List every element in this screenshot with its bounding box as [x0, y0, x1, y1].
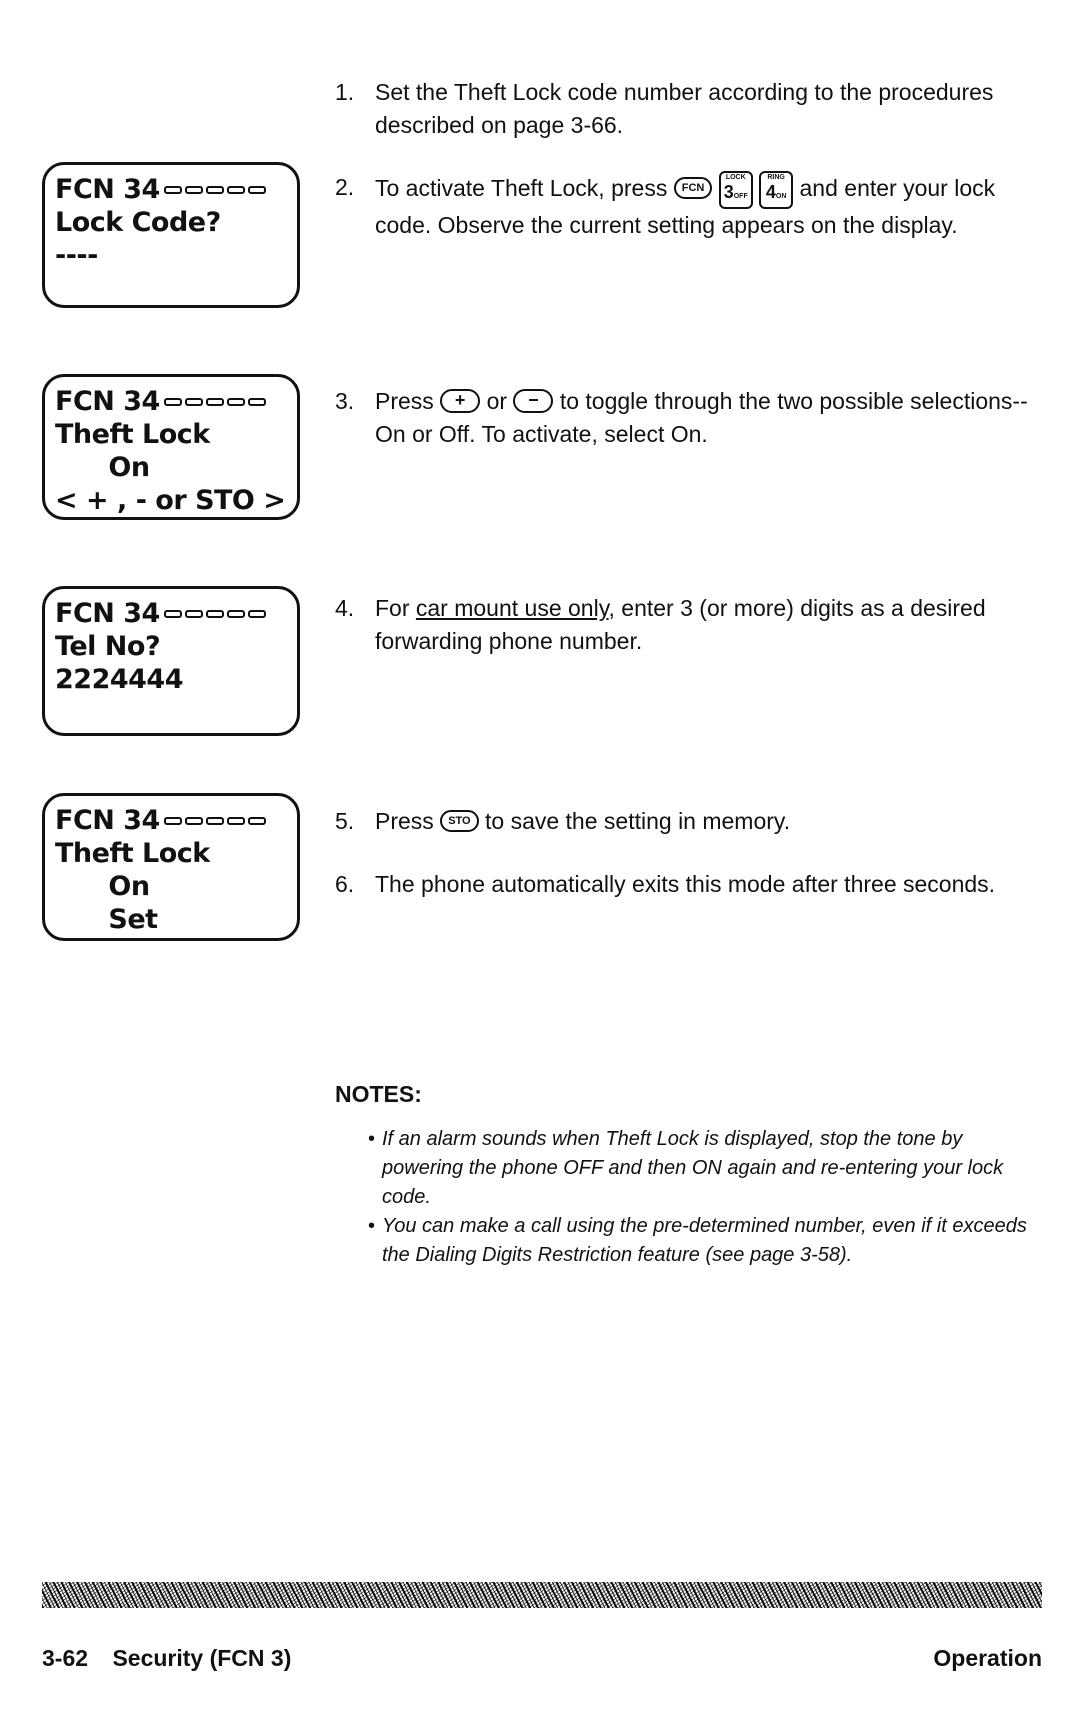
- key-3-lock-icon: LOCK 3OFF: [718, 171, 753, 209]
- signal-segments-icon: [163, 609, 266, 618]
- sto-key-icon: STO: [440, 809, 479, 832]
- footer-left: 3-62 Security (FCN 3): [42, 1645, 291, 1672]
- lcd-line: FCN 34: [55, 805, 160, 836]
- bullet-icon: •: [368, 1128, 376, 1150]
- step-6: 6. The phone automatically exits this mo…: [335, 868, 1055, 901]
- signal-segments-icon: [163, 816, 266, 825]
- section-title: Security (FCN 3): [112, 1645, 292, 1671]
- lcd-line: FCN 34: [55, 598, 160, 629]
- step-number: 6.: [335, 871, 355, 897]
- lcd-display-lock-code: FCN 34 Lock Code? ----: [42, 162, 300, 308]
- lcd-display-theft-lock-set: FCN 34 Theft Lock On Set: [42, 793, 300, 941]
- note-item: • You can make a call using the pre-deter…: [368, 1212, 1038, 1270]
- lcd-line: Set: [55, 904, 158, 935]
- bullet-icon: •: [368, 1215, 376, 1237]
- lcd-line: On: [55, 452, 150, 483]
- notes-heading: NOTES:: [335, 1081, 422, 1107]
- lcd-line: < + , - or STO >: [55, 485, 286, 516]
- lcd-line: FCN 34: [55, 386, 160, 417]
- key-4-ring-icon: RING 4ON: [759, 171, 794, 209]
- chapter-title: Operation: [933, 1645, 1042, 1671]
- step-number: 4.: [335, 595, 355, 621]
- step-text: The phone automatically exits this mode …: [375, 871, 996, 897]
- page-number: 3-62: [42, 1645, 89, 1671]
- emphasis-underline: car mount use only: [415, 595, 609, 621]
- lcd-line: 2224444: [55, 664, 184, 695]
- lcd-line: On: [55, 871, 150, 902]
- step-text: To activate Theft Lock, press: [375, 175, 668, 202]
- step-number: 1.: [335, 79, 355, 105]
- step-1: 1. Set the Theft Lock code number accord…: [335, 76, 1055, 142]
- step-number: 2.: [335, 174, 355, 200]
- lcd-line: Lock Code?: [55, 207, 221, 238]
- lcd-line: Tel No?: [55, 631, 161, 662]
- minus-key-icon: −: [513, 388, 554, 413]
- lcd-line: ----: [55, 240, 98, 271]
- step-3: 3. Press + or − to toggle through the tw…: [335, 385, 1055, 451]
- notes-list: • If an alarm sounds when Theft Lock is d…: [368, 1125, 1038, 1270]
- signal-segments-icon: [163, 397, 266, 406]
- note-item: • If an alarm sounds when Theft Lock is d…: [368, 1125, 1038, 1212]
- fcn-key-icon: FCN: [673, 177, 713, 199]
- step-number: 3.: [335, 388, 355, 414]
- step-4: 4. For car mount use only, enter 3 (or m…: [335, 592, 1055, 658]
- step-2: 2. To activate Theft Lock, press FCN LOC…: [335, 171, 1055, 242]
- step-text: Set the Theft Lock code number according…: [375, 79, 994, 138]
- lcd-line: Theft Lock: [55, 419, 210, 450]
- decorative-texture-bar: [42, 1582, 1042, 1608]
- lcd-display-tel-no: FCN 34 Tel No? 2224444: [42, 586, 300, 736]
- lcd-line: Theft Lock: [55, 838, 210, 869]
- signal-segments-icon: [163, 185, 266, 194]
- plus-key-icon: +: [440, 388, 481, 413]
- step-number: 5.: [335, 808, 355, 834]
- step-text: Press: [375, 388, 434, 414]
- lcd-line: FCN 34: [55, 174, 160, 205]
- step-5: 5. Press STO to save the setting in memo…: [335, 805, 1055, 838]
- lcd-display-theft-lock-toggle: FCN 34 Theft Lock On < + , - or STO >: [42, 374, 300, 520]
